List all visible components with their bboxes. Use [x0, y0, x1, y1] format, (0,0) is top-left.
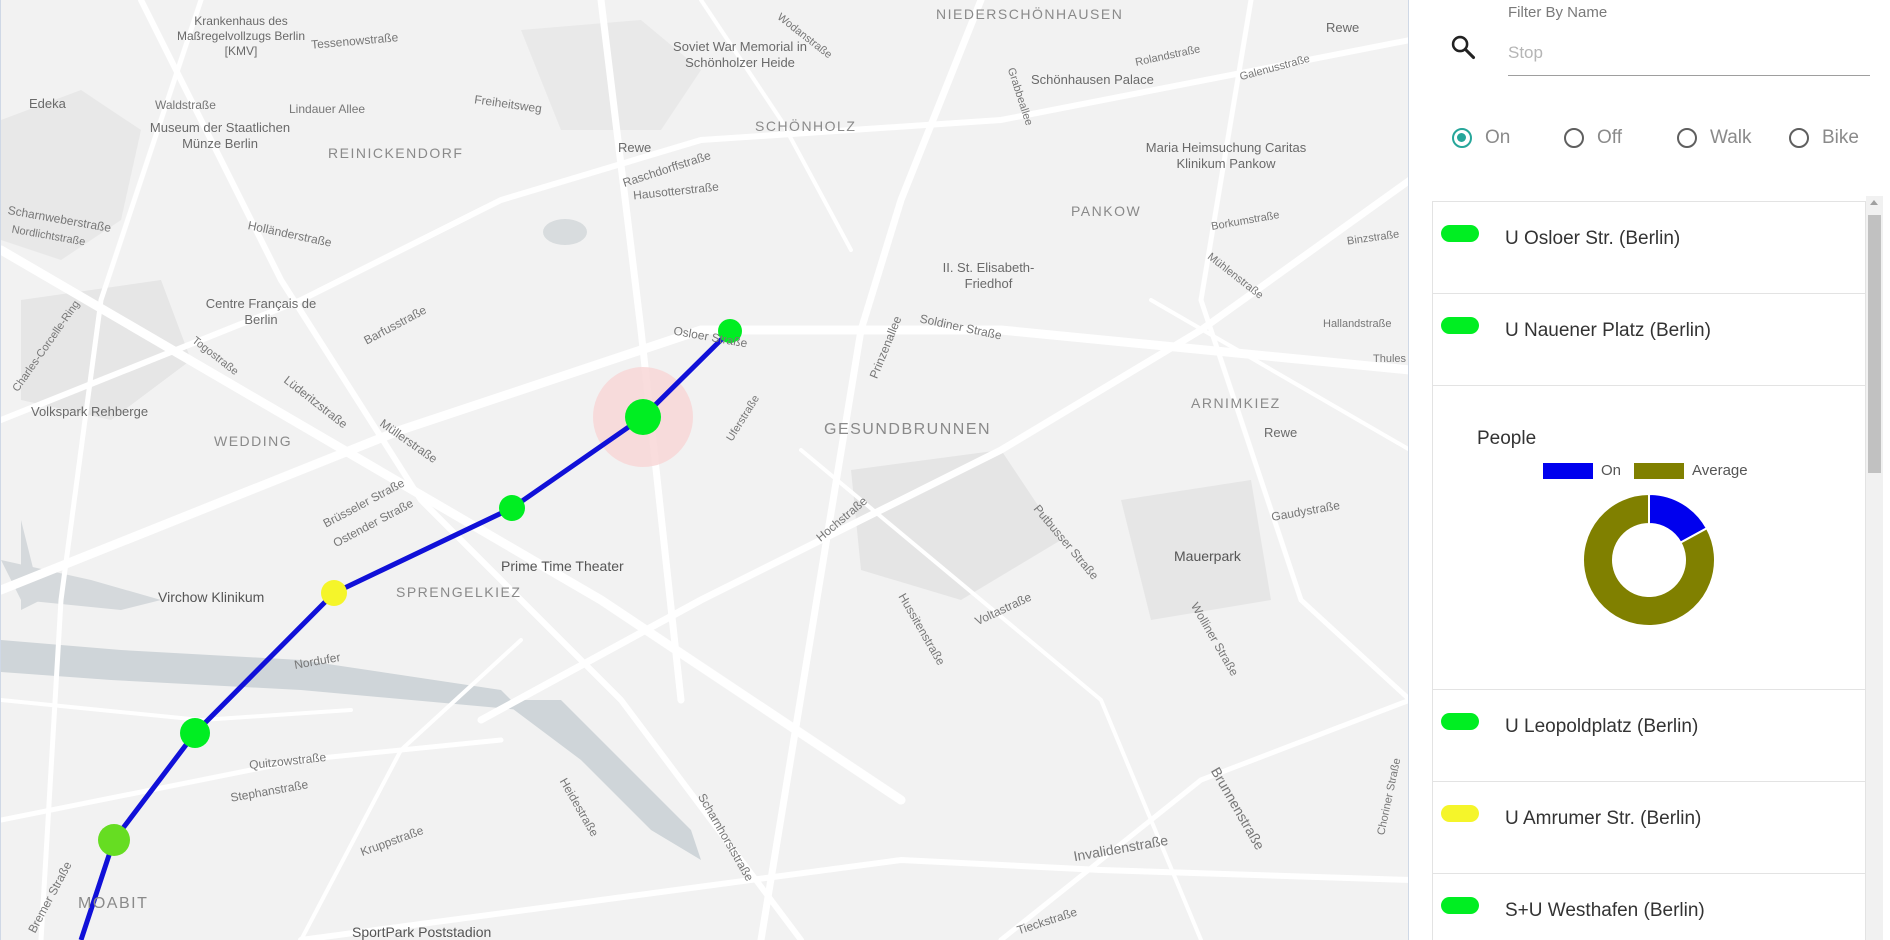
- stop-status-indicator: [1441, 805, 1479, 822]
- map-poi-label: Schönhausen Palace: [1031, 72, 1154, 87]
- mode-radio-group: On Off Walk Bike: [1452, 124, 1890, 152]
- stop-status-indicator: [1441, 713, 1479, 730]
- map-district-label: ARNIMKIEZ: [1191, 395, 1281, 411]
- radio-label: Off: [1597, 127, 1622, 148]
- map-poi-label: Volkspark Rehberge: [31, 404, 149, 419]
- stop-name: U Amrumer Str. (Berlin): [1505, 808, 1702, 829]
- legend-swatch: [1543, 462, 1593, 479]
- radio-circle[interactable]: [1789, 128, 1809, 148]
- stop-status-indicator: [1441, 225, 1479, 242]
- radio-circle[interactable]: [1677, 128, 1697, 148]
- map-poi-label: II. St. Elisabeth-Friedhof: [942, 260, 1035, 292]
- radio-walk[interactable]: Walk: [1677, 124, 1752, 152]
- map-poi-label: Virchow Klinikum: [158, 589, 265, 605]
- stop-name: U Osloer Str. (Berlin): [1505, 228, 1681, 249]
- map-district-label: MOABIT: [78, 895, 149, 912]
- list-scrollbar[interactable]: [1866, 196, 1883, 940]
- radio-circle[interactable]: [1452, 128, 1472, 148]
- map-poi-label: Prime Time Theater: [501, 558, 624, 574]
- map-poi-label: Soviet War Memorial in Schönholzer Heide: [673, 39, 807, 71]
- radio-label: On: [1485, 127, 1511, 148]
- stop-status-indicator: [1441, 897, 1479, 914]
- legend-item-average[interactable]: Average: [1634, 462, 1748, 479]
- stop-filter-input[interactable]: [1508, 30, 1870, 76]
- stop-list-item[interactable]: U Osloer Str. (Berlin): [1433, 202, 1865, 294]
- map-poi-label: Centre Français de Berlin: [205, 296, 317, 328]
- stop-status-indicator: [1441, 317, 1479, 334]
- map-district-label: REINICKENDORF: [328, 145, 464, 161]
- map-view[interactable]: NIEDERSCHÖNHAUSEN SCHÖNHOLZ REINICKENDOR…: [0, 0, 1409, 940]
- stop-detail-chart-card: People On Average: [1433, 386, 1865, 690]
- radio-off[interactable]: Off: [1564, 124, 1622, 152]
- map-poi-label: Museum der Staatlichen Münze Berlin: [149, 120, 291, 152]
- map-district-label: WEDDING: [214, 433, 293, 449]
- chart-title: People: [1477, 428, 1537, 449]
- map-street-label: Thules: [1373, 353, 1407, 365]
- map-district-label: SPRENGELKIEZ: [396, 584, 522, 600]
- map-poi-label: Mauerpark: [1174, 548, 1241, 564]
- search-icon[interactable]: [1449, 33, 1477, 61]
- stop-list-item[interactable]: S+U Westhafen (Berlin): [1433, 874, 1865, 940]
- map-poi-label: Rewe: [1264, 425, 1298, 440]
- stop-list-item[interactable]: U Leopoldplatz (Berlin): [1433, 690, 1865, 782]
- radio-circle[interactable]: [1564, 128, 1584, 148]
- stop-marker[interactable]: [98, 824, 130, 856]
- map-poi-label: Maria Heimsuchung Caritas Klinikum Panko…: [1145, 140, 1307, 172]
- stop-name: U Nauener Platz (Berlin): [1505, 320, 1711, 341]
- radio-label: Bike: [1822, 127, 1859, 148]
- stop-marker[interactable]: [180, 718, 210, 748]
- legend-label: On: [1601, 462, 1622, 479]
- map-poi-label: Edeka: [29, 96, 66, 111]
- scroll-up-arrow-icon[interactable]: [1870, 200, 1878, 205]
- map-district-label: SCHÖNHOLZ: [755, 118, 857, 134]
- radio-bike[interactable]: Bike: [1789, 124, 1859, 152]
- filter-label: Filter By Name: [1508, 4, 1608, 21]
- stop-list-item[interactable]: U Nauener Platz (Berlin): [1433, 294, 1865, 386]
- legend-swatch: [1634, 462, 1684, 479]
- map-poi-label: SportPark Poststadion: [352, 924, 492, 940]
- legend-label: Average: [1692, 462, 1748, 479]
- stop-marker[interactable]: [499, 495, 525, 521]
- scrollbar-thumb[interactable]: [1868, 215, 1881, 473]
- donut-chart[interactable]: [1579, 490, 1719, 630]
- map-district-label: GESUNDBRUNNEN: [824, 421, 992, 438]
- radio-label: Walk: [1710, 127, 1752, 148]
- map-street-label: Waldstraße: [155, 98, 216, 112]
- map-district-label: PANKOW: [1071, 203, 1142, 219]
- map-district-label: NIEDERSCHÖNHAUSEN: [936, 6, 1124, 22]
- stop-marker[interactable]: [321, 580, 347, 606]
- map-poi-label: Krankenhaus des Maßregelvollzugs Berlin …: [176, 14, 306, 58]
- stop-marker-selected[interactable]: [625, 399, 661, 435]
- map-poi-label: Rewe: [1326, 20, 1360, 35]
- stop-list[interactable]: U Osloer Str. (Berlin) U Nauener Platz (…: [1432, 201, 1866, 940]
- legend-item-on[interactable]: On: [1543, 462, 1621, 479]
- radio-on[interactable]: On: [1452, 124, 1510, 152]
- map-street-label: Lindauer Allee: [289, 102, 366, 116]
- stop-list-item[interactable]: U Amrumer Str. (Berlin): [1433, 782, 1865, 874]
- map-poi-label: Rewe: [618, 140, 652, 155]
- stop-name: S+U Westhafen (Berlin): [1505, 900, 1705, 921]
- stop-name: U Leopoldplatz (Berlin): [1505, 716, 1699, 737]
- map-street-label: Hallandstraße: [1323, 318, 1392, 330]
